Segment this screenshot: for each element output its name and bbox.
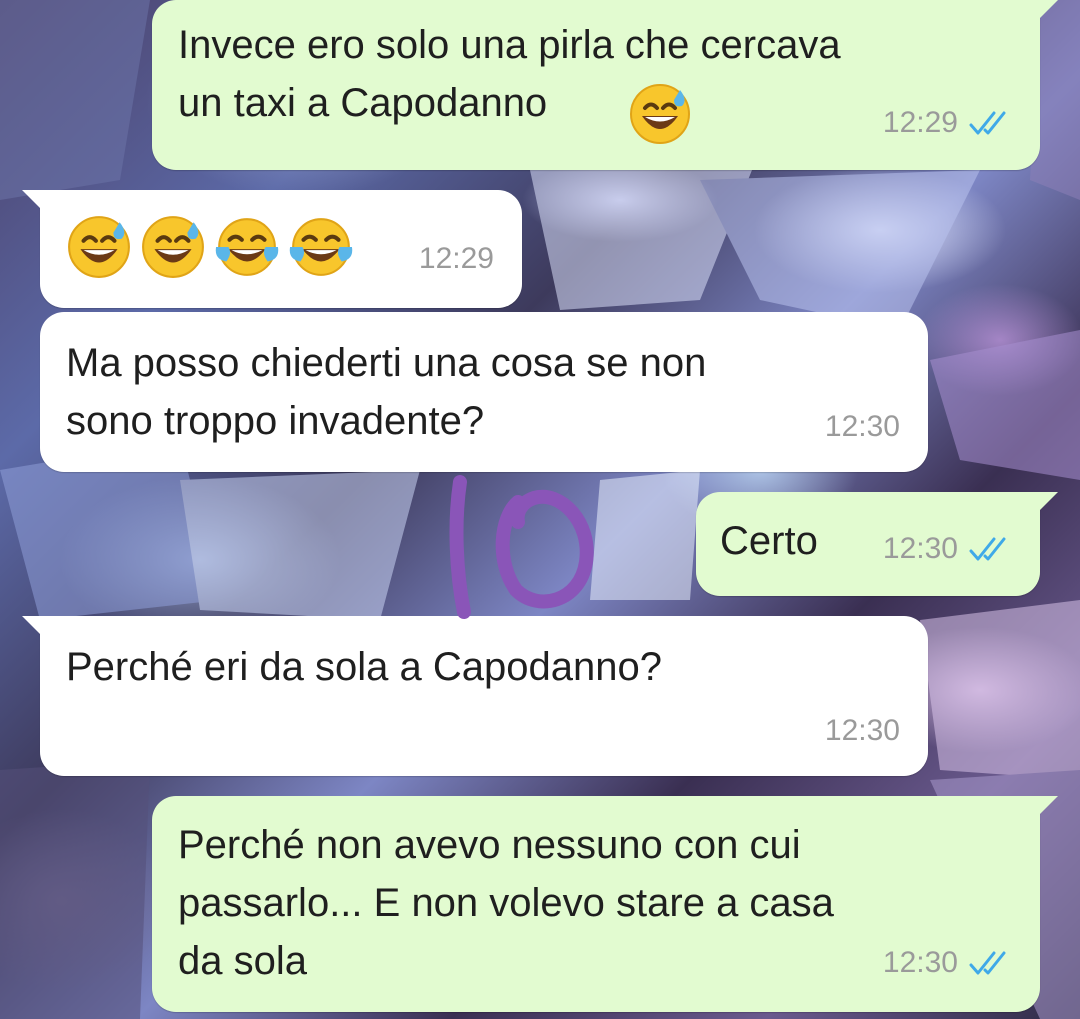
face-with-tears-of-joy-icon — [288, 214, 354, 280]
read-ticks-icon — [968, 110, 1012, 136]
read-ticks-icon — [968, 536, 1012, 562]
message-time: 12:30 — [882, 946, 958, 979]
message-meta: 12:30 — [825, 398, 900, 456]
message-time: 12:29 — [418, 242, 494, 275]
emoji-row — [66, 214, 354, 280]
grinning-face-with-sweat-icon — [66, 214, 132, 280]
message-text: Ma posso chiederti una cosa se non sono … — [66, 341, 707, 443]
message-bubble-incoming[interactable]: Perché eri da sola a Capodanno? 12:30 — [22, 616, 928, 776]
message-time: 12:29 — [882, 106, 958, 139]
message-time: 12:30 — [824, 410, 900, 443]
message-meta: 12:30 — [825, 702, 900, 760]
message-bubble-incoming[interactable]: Ma posso chiederti una cosa se non sono … — [40, 312, 928, 472]
message-meta: 12:30 — [883, 520, 1012, 578]
message-time: 12:30 — [824, 714, 900, 747]
message-text: Certo — [720, 519, 818, 563]
message-time: 12:30 — [882, 532, 958, 565]
message-bubble-outgoing[interactable]: Perché non avevo nessuno con cui passarl… — [152, 796, 1058, 1012]
handwritten-annotation-10 — [449, 475, 594, 619]
grinning-face-with-sweat-icon — [628, 82, 692, 146]
grinning-face-with-sweat-icon — [140, 214, 206, 280]
message-text: Invece ero solo una pirla che cercava un… — [178, 23, 841, 125]
message-text: Perché eri da sola a Capodanno? — [66, 645, 662, 689]
message-bubble-incoming[interactable]: 12:29 — [22, 190, 522, 308]
message-bubble-outgoing[interactable]: Invece ero solo una pirla che cercava un… — [152, 0, 1058, 170]
message-meta: 12:29 — [419, 230, 494, 288]
message-text: Perché non avevo nessuno con cui passarl… — [178, 823, 834, 983]
message-meta: 12:30 — [883, 934, 1012, 992]
read-ticks-icon — [968, 950, 1012, 976]
face-with-tears-of-joy-icon — [214, 214, 280, 280]
message-bubble-outgoing[interactable]: Certo 12:30 — [696, 492, 1058, 596]
message-meta: 12:29 — [883, 94, 1012, 152]
